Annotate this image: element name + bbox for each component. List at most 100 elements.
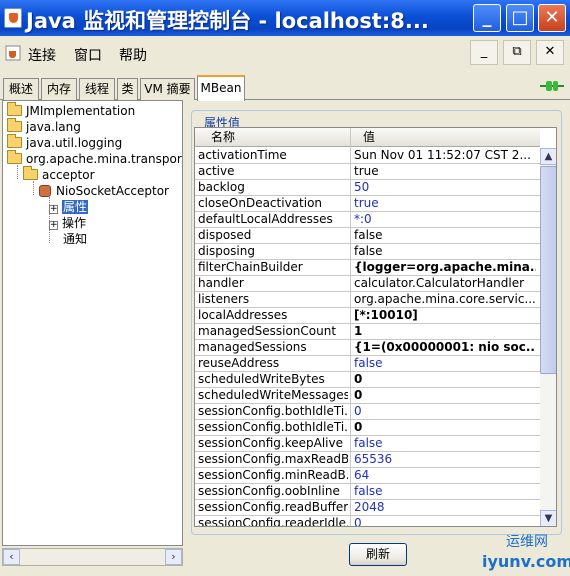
attribute-value[interactable]: [*:10010] bbox=[354, 308, 536, 324]
connection-status-icon[interactable] bbox=[540, 80, 564, 92]
tree-node-notifications[interactable]: 通知 bbox=[63, 231, 87, 247]
attribute-value[interactable]: 0 bbox=[354, 372, 536, 388]
table-row[interactable]: managedSessions {1=(0x00000001: nio soc..… bbox=[195, 340, 540, 356]
attribute-value[interactable]: 64 bbox=[354, 468, 536, 484]
tab-overview[interactable]: 概述 bbox=[3, 78, 39, 100]
column-header-name[interactable]: 名称 bbox=[211, 128, 235, 147]
attribute-name: activationTime bbox=[198, 148, 287, 162]
table-row[interactable]: managedSessionCount 1 bbox=[195, 324, 540, 340]
attribute-value[interactable]: 1 bbox=[354, 324, 536, 340]
attribute-name: managedSessionCount bbox=[198, 324, 337, 338]
table-row[interactable]: listeners org.apache.mina.core.servic... bbox=[195, 292, 540, 308]
attribute-value[interactable]: true bbox=[354, 196, 536, 212]
tree-node-niosocketacceptor[interactable]: NioSocketAcceptor bbox=[39, 183, 169, 199]
attribute-value[interactable]: *:0 bbox=[354, 212, 536, 228]
menu-help[interactable]: 帮助 bbox=[119, 45, 147, 65]
table-row[interactable]: sessionConfig.maxReadB... 65536 bbox=[195, 452, 540, 468]
table-row[interactable]: scheduledWriteBytes 0 bbox=[195, 372, 540, 388]
table-row[interactable]: reuseAddress false bbox=[195, 356, 540, 372]
folder-open-icon bbox=[23, 166, 38, 180]
attribute-value[interactable]: false bbox=[354, 356, 536, 372]
table-row[interactable]: handler calculator.CalculatorHandler bbox=[195, 276, 540, 292]
scrollbar-thumb[interactable] bbox=[540, 166, 556, 374]
table-row[interactable]: sessionConfig.bothIdleTi... 0 bbox=[195, 420, 540, 436]
close-button[interactable]: ✕ bbox=[538, 4, 566, 32]
table-row[interactable]: filterChainBuilder {logger=org.apache.min… bbox=[195, 260, 540, 276]
tree-node-java-lang[interactable]: java.lang bbox=[7, 118, 81, 135]
menu-window[interactable]: 窗口 bbox=[74, 45, 102, 65]
attribute-value[interactable]: 0 bbox=[354, 404, 536, 420]
attribute-value[interactable]: false bbox=[354, 484, 536, 500]
watermark-line-1: 运维网 bbox=[506, 534, 548, 550]
folder-icon bbox=[7, 102, 22, 116]
refresh-button[interactable]: 刷新 bbox=[349, 543, 407, 566]
scroll-left-icon[interactable]: ‹ bbox=[3, 549, 20, 565]
tab-mbean[interactable]: MBean bbox=[197, 75, 245, 101]
attribute-value[interactable]: 65536 bbox=[354, 452, 536, 468]
scroll-down-icon[interactable]: ▼ bbox=[540, 510, 556, 526]
tab-classes[interactable]: 类 bbox=[117, 78, 138, 100]
mdi-close-button[interactable]: ✕ bbox=[536, 40, 564, 65]
table-row[interactable]: closeOnDeactivation true bbox=[195, 196, 540, 212]
table-row[interactable]: sessionConfig.keepAlive false bbox=[195, 436, 540, 452]
table-row[interactable]: sessionConfig.readerIdle... 0 bbox=[195, 516, 540, 526]
tree-horizontal-scrollbar[interactable]: ‹ › bbox=[2, 548, 183, 566]
attribute-name: reuseAddress bbox=[198, 356, 280, 370]
attribute-value[interactable]: {logger=org.apache.mina... bbox=[354, 260, 536, 276]
attribute-value[interactable]: Sun Nov 01 11:52:07 CST 2... bbox=[354, 148, 536, 164]
close-icon: ✕ bbox=[544, 7, 560, 28]
attribute-table[interactable]: 名称 值 activationTime Sun Nov 01 11:52:07 C… bbox=[194, 127, 557, 527]
attribute-value[interactable]: 0 bbox=[354, 388, 536, 404]
attribute-name: sessionConfig.maxReadB... bbox=[198, 452, 348, 466]
attribute-name: sessionConfig.oobInline bbox=[198, 484, 340, 498]
scroll-right-icon[interactable]: › bbox=[165, 549, 182, 565]
attribute-value[interactable]: true bbox=[354, 164, 536, 180]
table-row[interactable]: active true bbox=[195, 164, 540, 180]
expand-icon[interactable]: + bbox=[49, 205, 58, 214]
table-row[interactable]: scheduledWriteMessages 0 bbox=[195, 388, 540, 404]
tree-node-acceptor[interactable]: acceptor bbox=[23, 166, 95, 183]
attribute-value[interactable]: false bbox=[354, 436, 536, 452]
table-row[interactable]: activationTime Sun Nov 01 11:52:07 CST 2.… bbox=[195, 148, 540, 164]
attribute-value[interactable]: 0 bbox=[354, 516, 536, 526]
tree-node-java-util-logging[interactable]: java.util.logging bbox=[7, 134, 122, 151]
table-row[interactable]: disposing false bbox=[195, 244, 540, 260]
tab-threads[interactable]: 线程 bbox=[79, 78, 115, 100]
table-row[interactable]: sessionConfig.readBuffer... 2048 bbox=[195, 500, 540, 516]
table-row[interactable]: sessionConfig.minReadB... 64 bbox=[195, 468, 540, 484]
java-cup-icon bbox=[5, 45, 21, 61]
column-header-value[interactable]: 值 bbox=[363, 128, 375, 147]
tree-node-attributes[interactable]: + 属性 bbox=[49, 199, 89, 215]
tab-vm-summary[interactable]: VM 摘要 bbox=[140, 78, 195, 100]
attribute-value[interactable]: false bbox=[354, 228, 536, 244]
attribute-value[interactable]: org.apache.mina.core.servic... bbox=[354, 292, 536, 308]
attribute-value[interactable]: {1=(0x00000001: nio soc... bbox=[354, 340, 536, 356]
attribute-value[interactable]: 50 bbox=[354, 180, 536, 196]
attribute-value[interactable]: 2048 bbox=[354, 500, 536, 516]
table-row[interactable]: disposed false bbox=[195, 228, 540, 244]
table-vertical-scrollbar[interactable]: ▲ ▼ bbox=[540, 148, 556, 526]
menu-connect[interactable]: 连接 bbox=[28, 45, 56, 65]
table-row[interactable]: sessionConfig.bothIdleTi... 0 bbox=[195, 404, 540, 420]
attribute-name: sessionConfig.bothIdleTi... bbox=[198, 404, 348, 418]
mbean-tree[interactable]: JMImplementation java.lang java.util.log… bbox=[2, 100, 183, 546]
mdi-minimize-button[interactable]: _ bbox=[470, 40, 498, 65]
maximize-button[interactable]: □ bbox=[506, 4, 534, 32]
scroll-up-icon[interactable]: ▲ bbox=[540, 148, 556, 165]
attribute-value[interactable]: calculator.CalculatorHandler bbox=[354, 276, 536, 292]
attribute-name: active bbox=[198, 164, 235, 178]
minimize-button[interactable]: _ bbox=[473, 4, 501, 32]
mdi-restore-button[interactable]: ⧉ bbox=[503, 40, 531, 65]
table-row[interactable]: sessionConfig.oobInline false bbox=[195, 484, 540, 500]
table-row[interactable]: backlog 50 bbox=[195, 180, 540, 196]
tab-memory[interactable]: 内存 bbox=[41, 78, 77, 100]
table-row[interactable]: localAddresses [*:10010] bbox=[195, 308, 540, 324]
table-row[interactable]: defaultLocalAddresses *:0 bbox=[195, 212, 540, 228]
tree-node-jmimplementation[interactable]: JMImplementation bbox=[7, 102, 135, 119]
attribute-value[interactable]: 0 bbox=[354, 420, 536, 436]
tree-node-operations[interactable]: + 操作 bbox=[49, 215, 86, 231]
attribute-value[interactable]: false bbox=[354, 244, 536, 260]
tree-node-org-apache-mina[interactable]: org.apache.mina.transport. bbox=[7, 150, 182, 167]
attribute-name: handler bbox=[198, 276, 244, 290]
expand-icon[interactable]: + bbox=[49, 221, 58, 230]
